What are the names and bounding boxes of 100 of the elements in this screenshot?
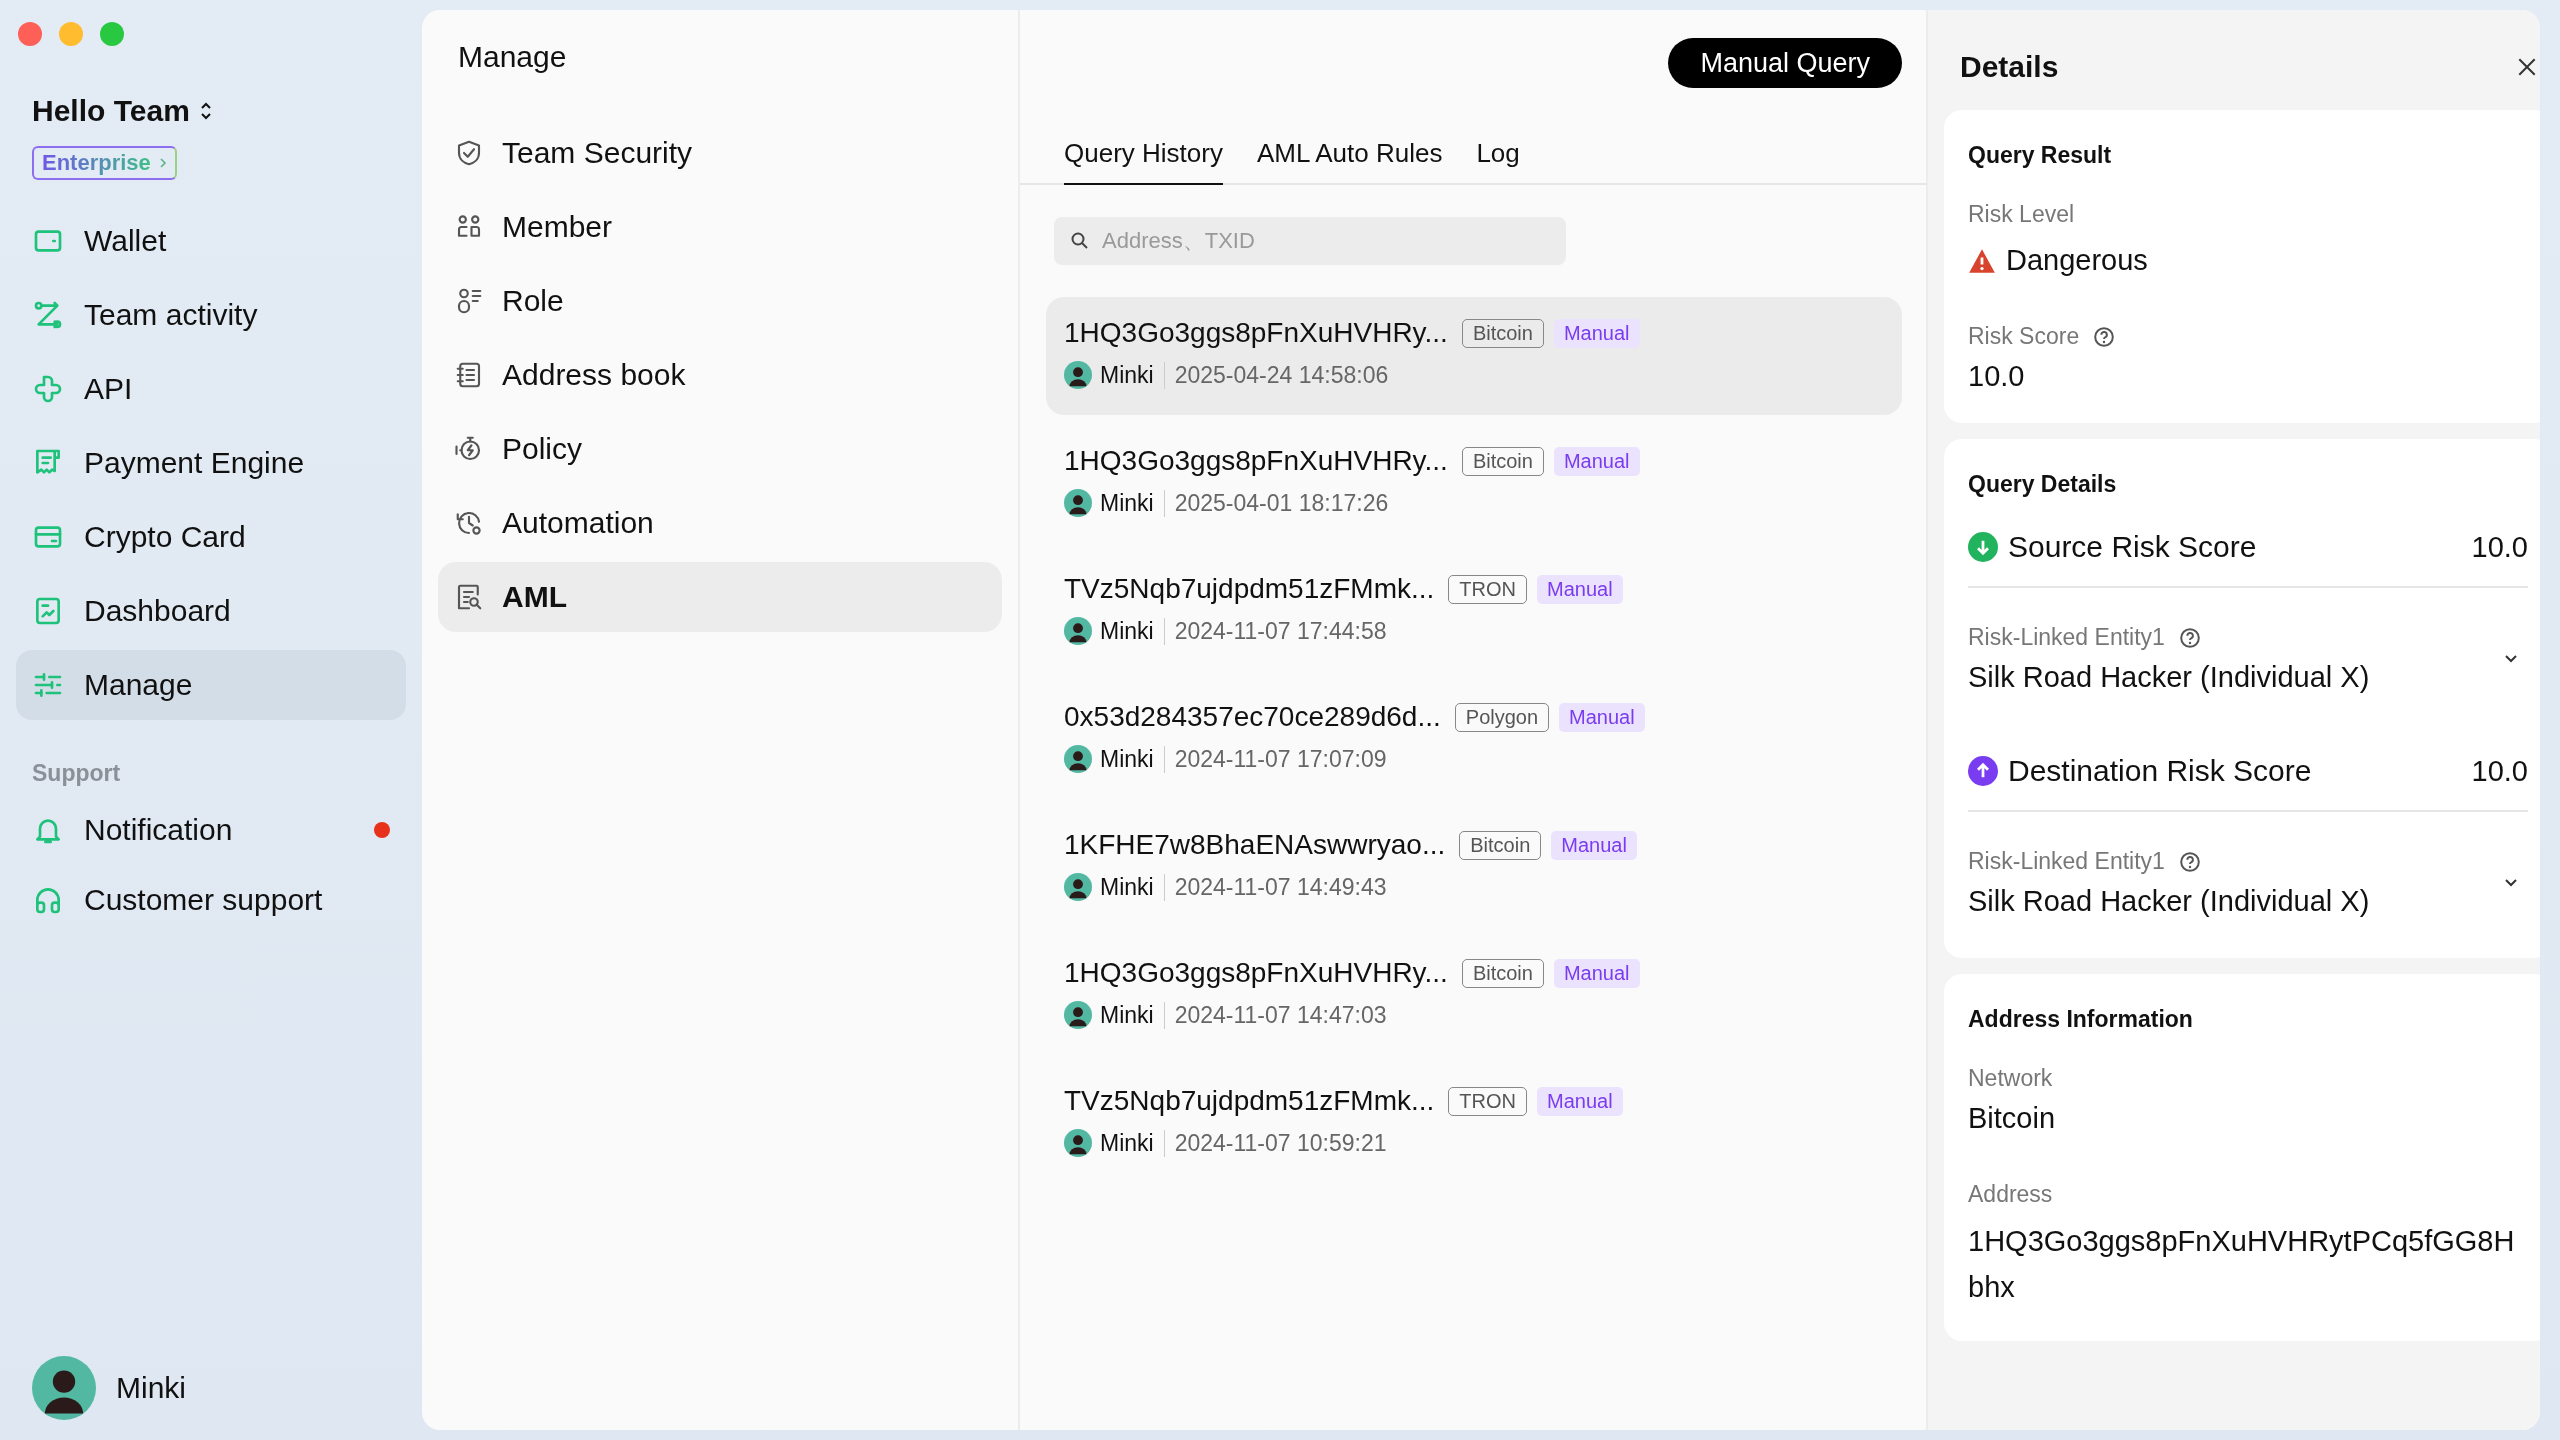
timestamp: 2024-11-07 14:47:03 [1173, 1001, 1387, 1029]
score-value: 10.0 [2471, 530, 2528, 564]
source-tag: Manual [1553, 318, 1640, 348]
address-text: 1HQ3Go3ggs8pFnXuHVHRy... [1064, 317, 1448, 349]
menu-item[interactable]: Automation [438, 488, 1002, 558]
network-tag: TRON [1448, 574, 1528, 604]
avatar-icon [1064, 489, 1092, 517]
manual-query-button[interactable]: Manual Query [1668, 38, 1902, 88]
entity-name: Silk Road Hacker (Individual X) [1968, 885, 2370, 918]
close-icon[interactable] [2516, 56, 2538, 78]
help-icon[interactable] [2178, 850, 2201, 873]
query-row[interactable]: TVz5Nqb7ujdpdm51zFMmk... TRON Manual Minki 2024-11-07 17:44:58 [1046, 553, 1902, 671]
timestamp: 2024-11-07 17:07:09 [1173, 745, 1387, 773]
nav-item[interactable]: Crypto Card [16, 502, 406, 572]
timestamp: 2025-04-24 14:58:06 [1173, 361, 1389, 389]
risk-level: Dangerous [2006, 244, 2148, 277]
timestamp: 2024-11-07 14:49:43 [1173, 873, 1387, 901]
field-label: Risk-Linked Entity1 [1968, 624, 2165, 651]
user-name: Minki [1100, 361, 1165, 389]
user-name[interactable]: Minki [116, 1371, 186, 1405]
source-tag: Manual [1537, 1086, 1623, 1116]
query-row[interactable]: 0x53d284357ec70ce289d6d... Polygon Manual Minki 2024-11-07 17:07:09 [1046, 681, 1902, 799]
field-label: Risk Level [1968, 201, 2076, 228]
address-text: 1HQ3Go3ggs8pFnXuHVHRy... [1064, 957, 1448, 989]
nav-item[interactable]: Customer support [16, 865, 406, 935]
network-tag: TRON [1448, 1086, 1528, 1116]
entity-row[interactable]: Risk-Linked Entity1 Silk Road Hacker (Individual X) [1968, 812, 2528, 928]
source-tag: Manual [1537, 574, 1623, 604]
address-text: TVz5Nqb7ujdpdm51zFMmk... [1064, 573, 1435, 605]
query-row[interactable]: 1HQ3Go3ggs8pFnXuHVHRy... Bitcoin Manual Minki 2025-04-24 14:58:06 [1046, 297, 1902, 415]
panel-title: Details [1960, 50, 2059, 84]
avatar-icon [32, 1356, 96, 1420]
menu-item[interactable]: Team Security [438, 118, 1002, 188]
avatar-icon [1064, 617, 1092, 645]
nav-item[interactable]: Wallet [16, 206, 406, 276]
menu-item[interactable]: AML [438, 562, 1002, 632]
nav-item[interactable]: Manage [16, 650, 406, 720]
user-name: Minki [1100, 745, 1165, 773]
chevron-icon[interactable] [2504, 878, 2518, 888]
user-name: Minki [1100, 873, 1165, 901]
field-label: Risk-Linked Entity1 [1968, 848, 2165, 875]
nav-item[interactable]: Payment Engine [16, 428, 406, 498]
query-row[interactable]: 1HQ3Go3ggs8pFnXuHVHRy... Bitcoin Manual Minki 2025-04-01 18:17:26 [1046, 425, 1902, 543]
network-tag: Bitcoin [1461, 318, 1544, 348]
help-icon[interactable] [2178, 626, 2201, 649]
score-label: Destination Risk Score [2008, 754, 2312, 788]
nav-item[interactable]: Notification [16, 795, 406, 865]
field-label: Risk Score [1968, 323, 2080, 350]
search-field[interactable]: Address、TXID [1054, 217, 1566, 265]
source-tag: Manual [1553, 446, 1640, 476]
plus-knot-icon [32, 373, 64, 405]
card-title: Address Information [1968, 1006, 2194, 1033]
tab[interactable]: Log [1476, 138, 1520, 185]
network-tag: Polygon [1454, 702, 1550, 732]
score-label: Source Risk Score [2008, 530, 2257, 564]
network-value: Bitcoin [1968, 1102, 2057, 1135]
card-title: Query Details [1968, 471, 2118, 498]
source-tag: Manual [1551, 830, 1637, 860]
timestamp: 2024-11-07 10:59:21 [1173, 1129, 1387, 1157]
chevron-icon[interactable] [2504, 654, 2518, 664]
warning-icon [1968, 247, 1996, 274]
entity-name: Silk Road Hacker (Individual X) [1968, 661, 2370, 694]
menu-item[interactable]: Policy [438, 414, 1002, 484]
query-row[interactable]: 1HQ3Go3ggs8pFnXuHVHRy... Bitcoin Manual Minki 2024-11-07 14:47:03 [1046, 937, 1902, 1055]
risk-score: 10.0 [1968, 360, 2026, 393]
tab[interactable]: AML Auto Rules [1256, 138, 1443, 185]
address-text: 0x53d284357ec70ce289d6d... [1064, 701, 1441, 733]
field-label: Network [1968, 1065, 2054, 1092]
nav-item[interactable]: API [16, 354, 406, 424]
address-text: TVz5Nqb7ujdpdm51zFMmk... [1064, 1085, 1435, 1117]
card-title: Query Result [1968, 142, 2113, 169]
address-text: 1HQ3Go3ggs8pFnXuHVHRy... [1064, 445, 1448, 477]
timestamp: 2024-11-07 17:44:58 [1173, 617, 1387, 645]
close-window-button[interactable] [18, 22, 42, 46]
menu-item[interactable]: Address book [438, 340, 1002, 410]
entity-row[interactable]: Risk-Linked Entity1 Silk Road Hacker (Individual X) [1968, 588, 2528, 754]
user-name: Minki [1100, 1129, 1165, 1157]
avatar-icon [1064, 873, 1092, 901]
help-icon[interactable] [2093, 325, 2116, 348]
avatar-icon [1064, 1129, 1092, 1157]
up-down-chevron-icon[interactable] [199, 101, 212, 121]
avatar-icon [1064, 1001, 1092, 1029]
nav-item[interactable]: Dashboard [16, 576, 406, 646]
network-tag: Bitcoin [1461, 446, 1544, 476]
menu-item[interactable]: Role [438, 266, 1002, 336]
user-name: Minki [1100, 617, 1165, 645]
section-label: Support [32, 760, 122, 787]
query-row[interactable]: TVz5Nqb7ujdpdm51zFMmk... TRON Manual Minki 2024-11-07 10:59:21 [1046, 1065, 1902, 1183]
avatar-icon [1064, 361, 1092, 389]
query-row[interactable]: 1KFHE7w8BhaENAswwryao... Bitcoin Manual Minki 2024-11-07 14:49:43 [1046, 809, 1902, 927]
nav-item[interactable]: Team activity [16, 280, 406, 350]
network-tag: Bitcoin [1459, 830, 1542, 860]
team-name[interactable]: Hello Team [32, 94, 190, 128]
timestamp: 2025-04-01 18:17:26 [1173, 489, 1389, 517]
tab[interactable]: Query History [1064, 138, 1223, 185]
menu-item[interactable]: Member [438, 192, 1002, 262]
network-tag: Bitcoin [1461, 958, 1544, 988]
user-name: Minki [1100, 1001, 1165, 1029]
panel-title: Manage [458, 40, 568, 74]
source-tag: Manual [1559, 702, 1645, 732]
